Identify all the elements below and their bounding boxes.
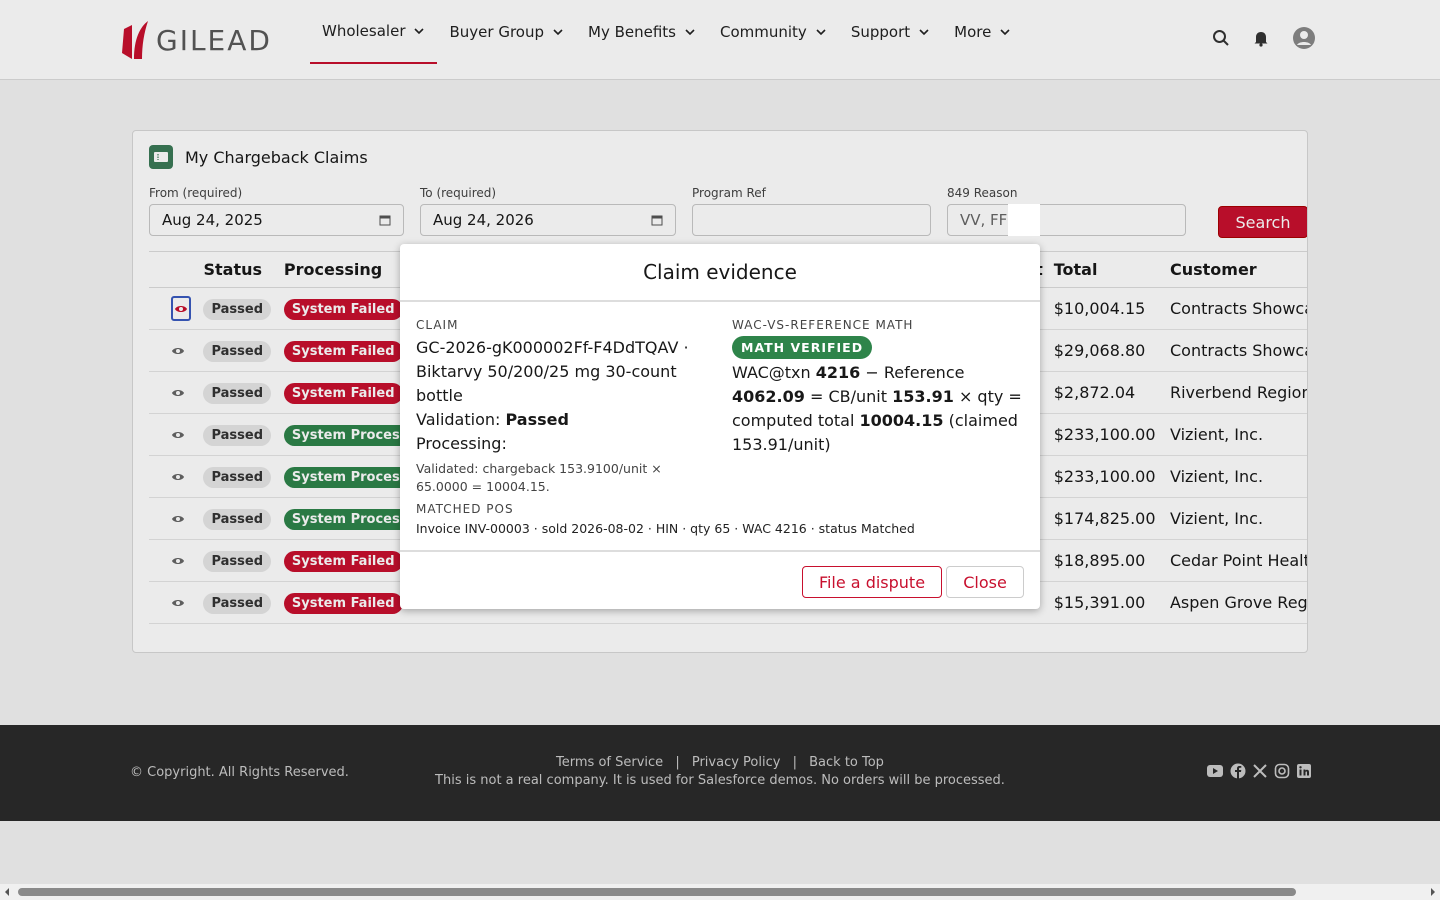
product-name: Biktarvy 50/200/25 mg 30-count bottle bbox=[416, 362, 677, 405]
ref-label: − Reference bbox=[865, 363, 965, 382]
file-dispute-button[interactable]: File a dispute bbox=[802, 566, 942, 598]
scroll-right-arrow-icon[interactable] bbox=[1429, 887, 1437, 897]
math-formula: WAC@txn 4216 − Reference 4062.09 = CB/un… bbox=[732, 361, 1032, 457]
processing-label: Processing: bbox=[416, 434, 507, 453]
claim-id: GC-2026-gK000002Ff-F4DdTQAV · bbox=[416, 338, 689, 357]
wac-value: 4216 bbox=[815, 363, 861, 382]
close-button[interactable]: Close bbox=[946, 566, 1024, 598]
reason-input-cover bbox=[1008, 204, 1040, 236]
ref-value: 4062.09 bbox=[732, 387, 805, 406]
horizontal-scrollbar[interactable] bbox=[0, 884, 1440, 900]
math-label: WAC-VS-REFERENCE MATH bbox=[732, 318, 914, 332]
cb-value: 153.91 bbox=[892, 387, 954, 406]
validation-value: Passed bbox=[505, 410, 569, 429]
matched-pos-label: MATCHED POS bbox=[416, 502, 514, 516]
scroll-left-arrow-icon[interactable] bbox=[3, 887, 11, 897]
modal-title: Claim evidence bbox=[400, 244, 1040, 302]
claim-section: CLAIM GC-2026-gK000002Ff-F4DdTQAV · Bikt… bbox=[416, 318, 712, 496]
math-section: WAC-VS-REFERENCE MATH MATH VERIFIED WAC@… bbox=[732, 318, 1032, 457]
claim-evidence-modal: Claim evidence CLAIM GC-2026-gK000002Ff-… bbox=[400, 244, 1040, 609]
validation-label: Validation: bbox=[416, 410, 501, 429]
total-value: 10004.15 bbox=[859, 411, 944, 430]
modal-footer: File a dispute Close bbox=[400, 550, 1040, 609]
matched-pos-text: Invoice INV-00003 · sold 2026-08-02 · HI… bbox=[416, 521, 915, 536]
validation-line: Validation: Passed bbox=[416, 408, 712, 432]
scrollbar-thumb[interactable] bbox=[18, 888, 1296, 896]
cb-label: = CB/unit bbox=[809, 387, 887, 406]
math-verified-badge: MATH VERIFIED bbox=[732, 336, 873, 359]
claim-label: CLAIM bbox=[416, 318, 459, 332]
matched-pos-section: MATCHED POS Invoice INV-00003 · sold 202… bbox=[416, 502, 1016, 538]
wac-label: WAC@txn bbox=[732, 363, 811, 382]
validated-note: Validated: chargeback 153.9100/unit × 65… bbox=[416, 461, 662, 494]
